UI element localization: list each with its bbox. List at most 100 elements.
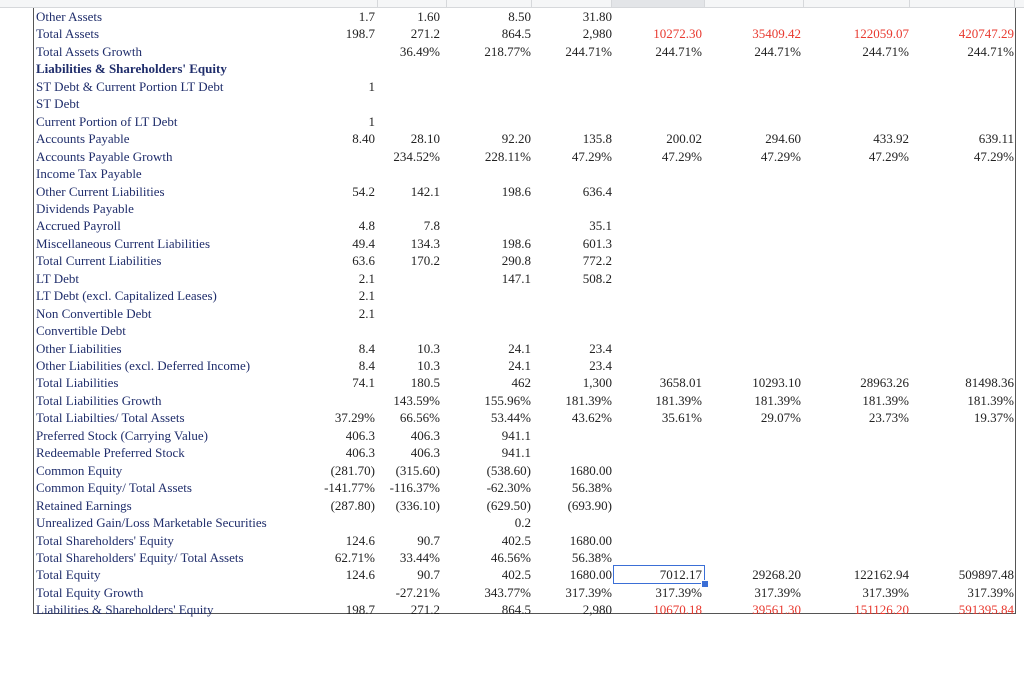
table-cell[interactable]: 54.2 xyxy=(295,183,375,200)
table-cell[interactable]: 29.07% xyxy=(703,409,801,426)
table-cell[interactable]: 180.5 xyxy=(376,374,440,391)
table-cell[interactable]: (629.50) xyxy=(441,497,531,514)
table-cell[interactable]: 31.80 xyxy=(532,8,612,25)
table-cell[interactable]: 10.3 xyxy=(376,340,440,357)
row-label[interactable]: Accounts Payable Growth xyxy=(36,148,172,165)
row-label[interactable]: Redeemable Preferred Stock xyxy=(36,444,185,461)
row-label[interactable]: Common Equity/ Total Assets xyxy=(36,479,192,496)
row-label[interactable]: ST Debt xyxy=(36,95,79,112)
table-cell[interactable]: 63.6 xyxy=(295,252,375,269)
table-cell[interactable]: 43.62% xyxy=(532,409,612,426)
table-cell[interactable]: 81498.36 xyxy=(910,374,1014,391)
table-cell[interactable]: 0.2 xyxy=(441,514,531,531)
table-cell[interactable]: 244.71% xyxy=(910,43,1014,60)
row-label[interactable]: Total Assets xyxy=(36,25,99,42)
selected-column-header[interactable] xyxy=(612,0,704,7)
table-cell[interactable]: 46.56% xyxy=(441,549,531,566)
table-cell[interactable]: 1 xyxy=(295,113,376,130)
table-cell[interactable]: 49.4 xyxy=(295,235,375,252)
table-cell[interactable]: 244.71% xyxy=(532,43,612,60)
table-cell[interactable]: 317.39% xyxy=(703,584,801,601)
table-cell[interactable]: 234.52% xyxy=(376,148,440,165)
table-cell[interactable]: 53.44% xyxy=(441,409,531,426)
row-label[interactable]: Convertible Debt xyxy=(36,322,126,339)
table-cell[interactable]: 24.1 xyxy=(441,340,531,357)
row-label[interactable]: Accrued Payroll xyxy=(36,217,121,234)
table-cell[interactable]: 2.1 xyxy=(295,305,375,322)
table-cell[interactable]: 35409.42 xyxy=(703,25,801,42)
column-separator[interactable] xyxy=(803,0,804,7)
table-cell[interactable]: 462 xyxy=(441,374,532,391)
column-separator[interactable] xyxy=(909,0,910,7)
table-cell[interactable]: 218.77% xyxy=(441,43,531,60)
table-cell[interactable]: 601.3 xyxy=(532,235,612,252)
table-cell[interactable]: 181.39% xyxy=(612,392,702,409)
table-cell[interactable]: 200.02 xyxy=(612,130,702,147)
table-cell[interactable]: 29268.20 xyxy=(703,566,801,583)
table-cell[interactable]: 151126.20 xyxy=(804,601,909,618)
table-cell[interactable]: 2,980 xyxy=(532,601,612,618)
table-cell[interactable]: 1680.00 xyxy=(532,566,612,583)
table-cell[interactable]: 317.39% xyxy=(910,584,1014,601)
table-cell[interactable]: -27.21% xyxy=(376,584,440,601)
row-label[interactable]: Total Liabilties/ Total Assets xyxy=(36,409,185,426)
table-cell[interactable]: 4.8 xyxy=(295,217,375,234)
table-cell[interactable]: 317.39% xyxy=(612,584,702,601)
table-cell[interactable]: 33.44% xyxy=(376,549,440,566)
table-cell[interactable]: 143.59% xyxy=(376,392,440,409)
row-label[interactable]: Preferred Stock (Carrying Value) xyxy=(36,427,208,444)
table-cell[interactable]: 170.2 xyxy=(376,252,440,269)
table-cell[interactable]: 864.5 xyxy=(441,601,531,618)
table-cell[interactable]: 317.39% xyxy=(532,584,612,601)
table-cell[interactable]: 772.2 xyxy=(532,252,612,269)
table-cell[interactable]: 244.71% xyxy=(703,43,801,60)
table-cell[interactable]: 135.8 xyxy=(532,130,612,147)
table-cell[interactable]: 35.1 xyxy=(532,217,612,234)
table-cell[interactable]: 10670.18 xyxy=(612,601,702,618)
table-cell[interactable]: 28.10 xyxy=(376,130,440,147)
table-cell[interactable]: -141.77% xyxy=(295,479,375,496)
table-cell[interactable]: 1 xyxy=(295,78,376,95)
table-cell[interactable]: (287.80) xyxy=(295,497,375,514)
row-label[interactable]: Miscellaneous Current Liabilities xyxy=(36,235,210,252)
table-cell[interactable]: 294.60 xyxy=(703,130,801,147)
table-cell[interactable]: 406.3 xyxy=(376,427,440,444)
table-cell[interactable]: 66.56% xyxy=(376,409,440,426)
table-cell[interactable]: 23.4 xyxy=(532,357,612,374)
table-cell[interactable]: 124.6 xyxy=(295,532,375,549)
row-label[interactable]: Common Equity xyxy=(36,462,122,479)
row-label[interactable]: ST Debt & Current Portion LT Debt xyxy=(36,78,224,95)
table-cell[interactable]: 90.7 xyxy=(376,566,440,583)
table-cell[interactable]: 56.38% xyxy=(532,549,612,566)
table-cell[interactable]: 244.71% xyxy=(612,43,702,60)
table-cell[interactable]: 8.40 xyxy=(295,130,375,147)
row-label[interactable]: Total Liabilities Growth xyxy=(36,392,161,409)
row-label[interactable]: Accounts Payable xyxy=(36,130,130,147)
column-separator[interactable] xyxy=(377,0,378,7)
table-cell[interactable]: 28963.26 xyxy=(804,374,909,391)
column-separator[interactable] xyxy=(611,0,612,7)
table-cell[interactable]: 317.39% xyxy=(804,584,909,601)
table-cell[interactable]: 92.20 xyxy=(441,130,531,147)
table-cell[interactable]: 343.77% xyxy=(441,584,531,601)
table-cell[interactable]: 8.4 xyxy=(295,340,375,357)
table-cell[interactable]: 181.39% xyxy=(804,392,909,409)
table-cell[interactable]: 24.1 xyxy=(441,357,531,374)
column-separator[interactable] xyxy=(446,0,447,7)
table-cell[interactable]: 62.71% xyxy=(295,549,375,566)
table-cell[interactable]: 1.7 xyxy=(295,8,375,25)
table-cell[interactable]: 47.29% xyxy=(703,148,801,165)
table-cell[interactable]: 35.61% xyxy=(612,409,702,426)
table-cell[interactable]: 142.1 xyxy=(376,183,440,200)
row-label[interactable]: Income Tax Payable xyxy=(36,165,142,182)
row-label[interactable]: Total Current Liabilities xyxy=(36,252,161,269)
table-cell[interactable]: 19.37% xyxy=(910,409,1014,426)
table-cell[interactable]: 198.7 xyxy=(295,601,375,618)
table-cell[interactable]: 402.5 xyxy=(441,566,531,583)
table-cell[interactable]: 10.3 xyxy=(376,357,440,374)
table-cell[interactable]: 47.29% xyxy=(804,148,909,165)
row-label[interactable]: Liabilities & Shareholders' Equity xyxy=(36,601,213,618)
row-label[interactable]: Non Convertible Debt xyxy=(36,305,152,322)
table-cell[interactable]: 47.29% xyxy=(612,148,702,165)
table-cell[interactable]: 8.50 xyxy=(441,8,531,25)
